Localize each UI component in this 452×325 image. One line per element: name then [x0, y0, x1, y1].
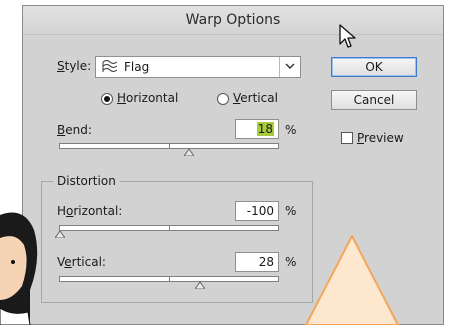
overlay-illustrations	[0, 212, 399, 325]
cartoon-character-icon	[0, 212, 38, 325]
speech-bubble-icon	[305, 235, 399, 325]
